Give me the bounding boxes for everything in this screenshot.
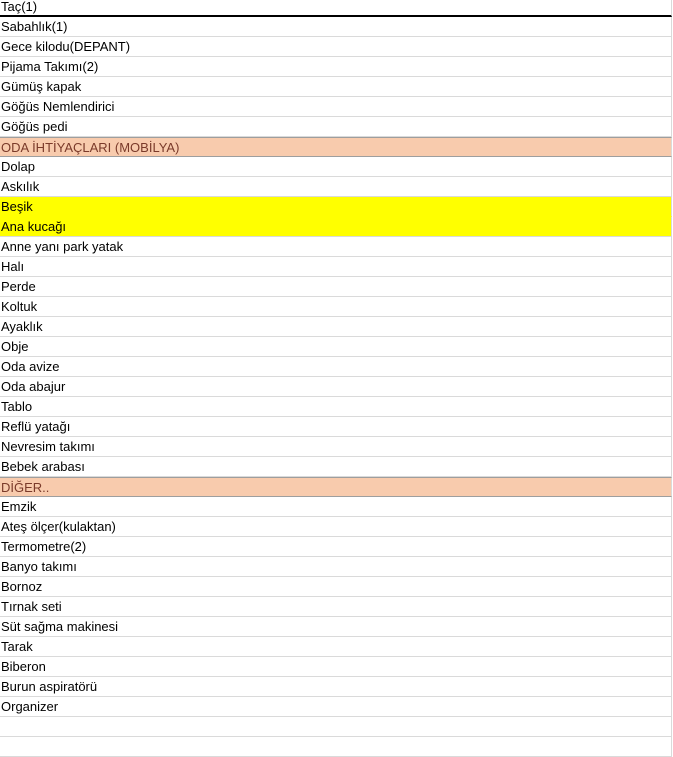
sheet-cell[interactable]: Göğüs pedi <box>0 117 672 137</box>
empty-cell[interactable] <box>0 717 672 737</box>
sheet-cell[interactable]: Gümüş kapak <box>0 77 672 97</box>
sheet-cell[interactable]: Ateş ölçer(kulaktan) <box>0 517 672 537</box>
sheet-cell[interactable]: Taç(1) <box>0 0 672 17</box>
sheet-cell[interactable]: Burun aspiratörü <box>0 677 672 697</box>
sheet-cell[interactable]: Sabahlık(1) <box>0 17 672 37</box>
sheet-cell[interactable]: Bebek arabası <box>0 457 672 477</box>
sheet-cell[interactable]: Tarak <box>0 637 672 657</box>
sheet-cell[interactable]: Biberon <box>0 657 672 677</box>
sheet-cell[interactable]: Oda avize <box>0 357 672 377</box>
sheet-cell[interactable]: Banyo takımı <box>0 557 672 577</box>
sheet-cell[interactable]: Nevresim takımı <box>0 437 672 457</box>
sheet-cell[interactable]: Dolap <box>0 157 672 177</box>
sheet-cell[interactable]: Bornoz <box>0 577 672 597</box>
sheet-cell[interactable]: Organizer <box>0 697 672 717</box>
sheet-cell[interactable]: Süt sağma makinesi <box>0 617 672 637</box>
sheet-cell[interactable]: Halı <box>0 257 672 277</box>
sheet-cell[interactable]: Ayaklık <box>0 317 672 337</box>
sheet-cell[interactable]: Termometre(2) <box>0 537 672 557</box>
sheet-cell[interactable]: Emzik <box>0 497 672 517</box>
section-header-cell[interactable]: DİĞER.. <box>0 477 672 497</box>
sheet-cell[interactable]: Oda abajur <box>0 377 672 397</box>
sheet-cell[interactable]: Askılık <box>0 177 672 197</box>
sheet-cell[interactable]: Tırnak seti <box>0 597 672 617</box>
sheet-cell[interactable]: Beşik <box>0 197 672 217</box>
spreadsheet: Taç(1) Sabahlık(1) Gece kilodu(DEPANT) Pija… <box>0 0 673 757</box>
sheet-cell[interactable]: Tablo <box>0 397 672 417</box>
empty-cell[interactable] <box>0 737 672 757</box>
sheet-cell[interactable]: Reflü yatağı <box>0 417 672 437</box>
sheet-cell[interactable]: Anne yanı park yatak <box>0 237 672 257</box>
sheet-cell[interactable]: Göğüs Nemlendirici <box>0 97 672 117</box>
sheet-cell[interactable]: Ana kucağı <box>0 217 672 237</box>
sheet-cell[interactable]: Gece kilodu(DEPANT) <box>0 37 672 57</box>
sheet-cell[interactable]: Koltuk <box>0 297 672 317</box>
sheet-cell[interactable]: Pijama Takımı(2) <box>0 57 672 77</box>
sheet-cell[interactable]: Obje <box>0 337 672 357</box>
sheet-cell[interactable]: Perde <box>0 277 672 297</box>
section-header-cell[interactable]: ODA İHTİYAÇLARI (MOBİLYA) <box>0 137 672 157</box>
